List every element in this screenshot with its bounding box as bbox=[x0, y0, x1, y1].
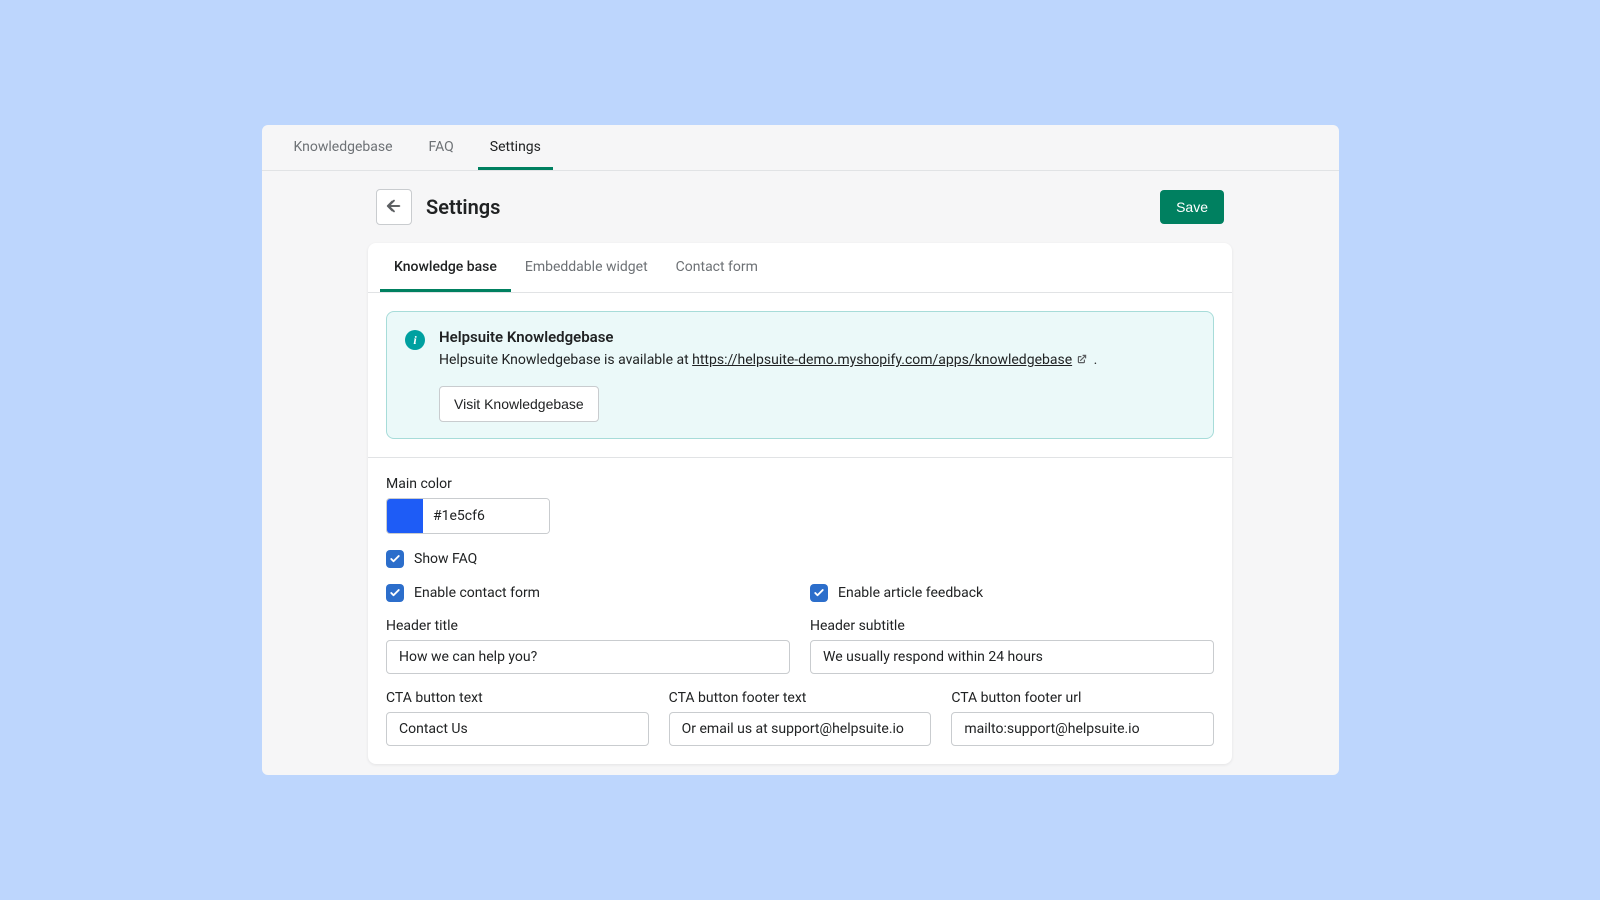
show-faq-checkbox[interactable] bbox=[386, 550, 404, 568]
check-icon bbox=[813, 587, 825, 599]
info-banner: i Helpsuite Knowledgebase Helpsuite Know… bbox=[386, 311, 1214, 439]
banner-suffix: . bbox=[1090, 352, 1097, 368]
main-color-label: Main color bbox=[386, 476, 1214, 492]
banner-title: Helpsuite Knowledgebase bbox=[439, 328, 1195, 346]
cta-text-input[interactable] bbox=[386, 712, 649, 746]
settings-subtabs: Knowledge base Embeddable widget Contact… bbox=[368, 243, 1232, 293]
page-header: Settings Save bbox=[368, 171, 1232, 243]
knowledgebase-link[interactable]: https://helpsuite-demo.myshopify.com/app… bbox=[692, 352, 1072, 368]
tab-faq[interactable]: FAQ bbox=[417, 125, 466, 170]
color-swatch[interactable] bbox=[387, 499, 423, 533]
header-subtitle-field: Header subtitle bbox=[810, 618, 1214, 674]
subtab-contact-form[interactable]: Contact form bbox=[662, 243, 772, 292]
settings-card: Knowledge base Embeddable widget Contact… bbox=[368, 243, 1232, 764]
header-subtitle-label: Header subtitle bbox=[810, 618, 1214, 634]
banner-text: Helpsuite Knowledgebase is available at … bbox=[439, 350, 1195, 372]
check-icon bbox=[389, 553, 401, 565]
subtab-embeddable-widget[interactable]: Embeddable widget bbox=[511, 243, 662, 292]
main-color-field: Main color bbox=[386, 476, 1214, 534]
header-subtitle-input[interactable] bbox=[810, 640, 1214, 674]
cta-footer-text-input[interactable] bbox=[669, 712, 932, 746]
header-title-input[interactable] bbox=[386, 640, 790, 674]
banner-body: Helpsuite Knowledgebase Helpsuite Knowle… bbox=[439, 328, 1195, 422]
page-title: Settings bbox=[426, 195, 1160, 219]
enable-feedback-label: Enable article feedback bbox=[838, 585, 983, 601]
top-tabs: Knowledgebase FAQ Settings bbox=[262, 125, 1339, 171]
cta-footer-url-label: CTA button footer url bbox=[951, 690, 1214, 706]
settings-form: Main color Show FAQ Enable contact form bbox=[368, 458, 1232, 764]
banner-container: i Helpsuite Knowledgebase Helpsuite Know… bbox=[368, 293, 1232, 458]
back-button[interactable] bbox=[376, 189, 412, 225]
app-window: Knowledgebase FAQ Settings Settings Save… bbox=[262, 125, 1339, 775]
tab-settings[interactable]: Settings bbox=[478, 125, 553, 170]
header-title-field: Header title bbox=[386, 618, 790, 674]
main-color-input[interactable] bbox=[423, 499, 549, 533]
check-icon bbox=[389, 587, 401, 599]
cta-text-label: CTA button text bbox=[386, 690, 649, 706]
cta-footer-url-field: CTA button footer url bbox=[951, 690, 1214, 746]
enable-feedback-checkbox[interactable] bbox=[810, 584, 828, 602]
arrow-left-icon bbox=[385, 197, 403, 218]
color-picker[interactable] bbox=[386, 498, 550, 534]
enable-contact-checkbox[interactable] bbox=[386, 584, 404, 602]
header-title-label: Header title bbox=[386, 618, 790, 634]
show-faq-row: Show FAQ bbox=[386, 550, 1214, 568]
visit-knowledgebase-button[interactable]: Visit Knowledgebase bbox=[439, 386, 599, 422]
banner-prefix: Helpsuite Knowledgebase is available at bbox=[439, 352, 692, 368]
tab-knowledgebase[interactable]: Knowledgebase bbox=[282, 125, 405, 170]
info-icon: i bbox=[405, 330, 425, 350]
subtab-knowledge-base[interactable]: Knowledge base bbox=[380, 243, 511, 292]
enable-contact-label: Enable contact form bbox=[414, 585, 540, 601]
cta-footer-url-input[interactable] bbox=[951, 712, 1214, 746]
external-link-icon bbox=[1076, 351, 1088, 372]
cta-text-field: CTA button text bbox=[386, 690, 649, 746]
cta-footer-text-field: CTA button footer text bbox=[669, 690, 932, 746]
show-faq-label: Show FAQ bbox=[414, 551, 477, 567]
cta-footer-text-label: CTA button footer text bbox=[669, 690, 932, 706]
save-button[interactable]: Save bbox=[1160, 190, 1224, 224]
enable-feedback-row: Enable article feedback bbox=[810, 584, 1214, 602]
enable-contact-row: Enable contact form bbox=[386, 584, 790, 602]
